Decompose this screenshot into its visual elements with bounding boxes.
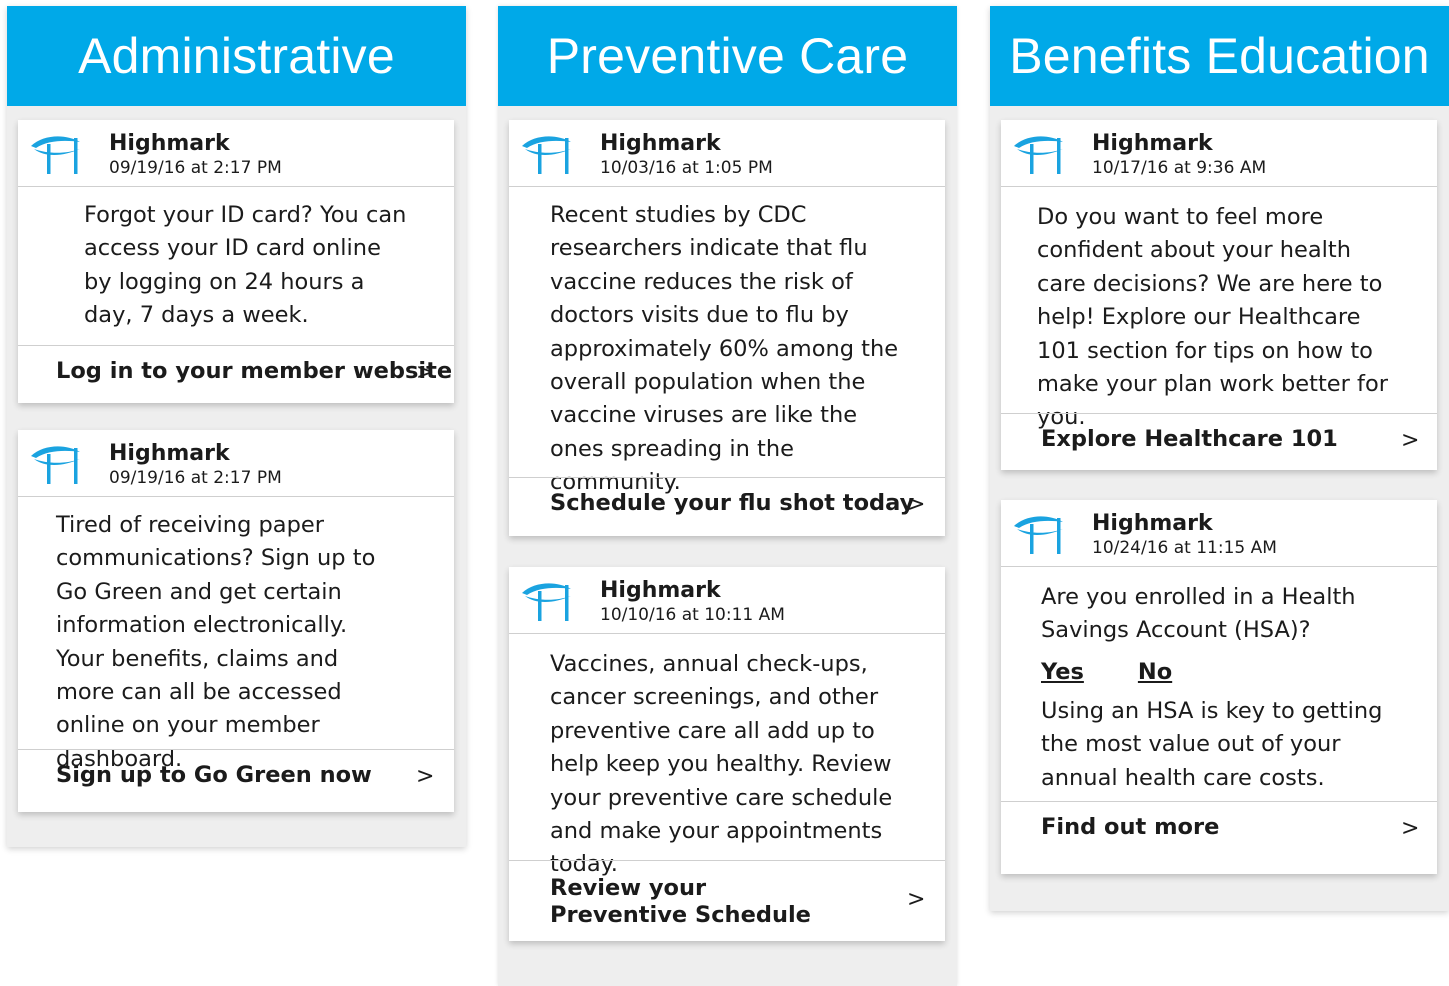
log-in-member-website-link[interactable]: Log in to your member website <box>56 358 452 384</box>
highmark-logo-icon <box>522 136 571 174</box>
highmark-logo-icon <box>31 446 80 484</box>
message-card: Highmark 09/19/16 at 2:17 PM Tired of re… <box>18 430 454 812</box>
schedule-flu-shot-link[interactable]: Schedule your flu shot today <box>550 490 914 516</box>
message-timestamp: 09/19/16 at 2:17 PM <box>109 158 282 178</box>
no-link[interactable]: No <box>1138 659 1172 685</box>
sender-name: Highmark <box>109 131 230 156</box>
highmark-logo-icon <box>1014 136 1063 174</box>
find-out-more-link[interactable]: Find out more <box>1041 814 1219 840</box>
chevron-right-icon[interactable]: > <box>1401 428 1419 453</box>
card-footer[interactable]: Find out more > <box>1001 801 1437 858</box>
card-header: Highmark 10/03/16 at 1:05 PM <box>509 120 945 187</box>
yes-no-options: Yes No <box>1001 649 1437 695</box>
message-body: Do you want to feel more confident about… <box>1037 204 1388 431</box>
column-benefits-education: Benefits Education Highmark 10/17/16 at … <box>990 6 1449 911</box>
message-card: Highmark 10/03/16 at 1:05 PM Recent stud… <box>509 120 945 536</box>
message-timestamp: 10/03/16 at 1:05 PM <box>600 158 773 178</box>
explore-healthcare-101-link[interactable]: Explore Healthcare 101 <box>1041 426 1338 452</box>
sender-name: Highmark <box>600 578 721 603</box>
highmark-logo-icon <box>31 136 80 174</box>
card-footer[interactable]: Log in to your member website > <box>18 345 454 404</box>
sender-name: Highmark <box>109 441 230 466</box>
message-body: Using an HSA is key to getting the most … <box>1041 698 1383 791</box>
message-body: Forgot your ID card? You can access your… <box>84 202 407 329</box>
chevron-right-icon[interactable]: > <box>416 360 434 385</box>
sender-name: Highmark <box>600 131 721 156</box>
message-card: Highmark 10/17/16 at 9:36 AM Do you want… <box>1001 120 1437 470</box>
cta-line-2: Preventive Schedule <box>550 902 811 928</box>
highmark-logo-icon <box>522 583 571 621</box>
sender-name: Highmark <box>1092 511 1213 536</box>
message-timestamp: 10/24/16 at 11:15 AM <box>1092 538 1277 558</box>
card-header: Highmark 10/24/16 at 11:15 AM <box>1001 500 1437 567</box>
message-card: Highmark 10/10/16 at 10:11 AM Vaccines, … <box>509 567 945 941</box>
column-title: Benefits Education <box>990 6 1449 106</box>
hsa-question: Are you enrolled in a Health Savings Acc… <box>1041 584 1356 644</box>
review-preventive-schedule-link[interactable]: Review your Preventive Schedule <box>550 875 811 929</box>
message-body: Vaccines, annual check-ups, cancer scree… <box>550 651 893 878</box>
sender-name: Highmark <box>1092 131 1213 156</box>
chevron-right-icon[interactable]: > <box>416 764 434 789</box>
message-body: Recent studies by CDC researchers indica… <box>550 202 899 496</box>
message-body: Tired of receiving paper communications?… <box>56 512 376 772</box>
message-card: Highmark 09/19/16 at 2:17 PM Forgot your… <box>18 120 454 403</box>
card-header: Highmark 09/19/16 at 2:17 PM <box>18 120 454 187</box>
card-footer[interactable]: Schedule your flu shot today > <box>509 477 945 536</box>
cta-line-1: Review your <box>550 875 707 901</box>
message-card: Highmark 10/24/16 at 11:15 AM Are you en… <box>1001 500 1437 874</box>
message-timestamp: 10/10/16 at 10:11 AM <box>600 605 785 625</box>
card-header: Highmark 10/10/16 at 10:11 AM <box>509 567 945 634</box>
column-title: Preventive Care <box>498 6 957 106</box>
card-footer[interactable]: Review your Preventive Schedule > <box>509 860 945 941</box>
card-header: Highmark 09/19/16 at 2:17 PM <box>18 430 454 497</box>
card-footer[interactable]: Sign up to Go Green now > <box>18 749 454 808</box>
message-timestamp: 09/19/16 at 2:17 PM <box>109 468 282 488</box>
chevron-right-icon[interactable]: > <box>1401 816 1419 841</box>
card-header: Highmark 10/17/16 at 9:36 AM <box>1001 120 1437 187</box>
chevron-right-icon[interactable]: > <box>907 492 925 517</box>
yes-link[interactable]: Yes <box>1041 659 1084 685</box>
card-footer[interactable]: Explore Healthcare 101 > <box>1001 413 1437 472</box>
column-preventive-care: Preventive Care Highmark 10/03/16 at 1:0… <box>498 6 957 986</box>
column-administrative: Administrative Highmark 09/19/16 at 2:17… <box>7 6 466 847</box>
highmark-logo-icon <box>1014 516 1063 554</box>
message-timestamp: 10/17/16 at 9:36 AM <box>1092 158 1267 178</box>
chevron-right-icon[interactable]: > <box>907 887 925 912</box>
go-green-link[interactable]: Sign up to Go Green now <box>56 762 372 788</box>
column-title: Administrative <box>7 6 466 106</box>
